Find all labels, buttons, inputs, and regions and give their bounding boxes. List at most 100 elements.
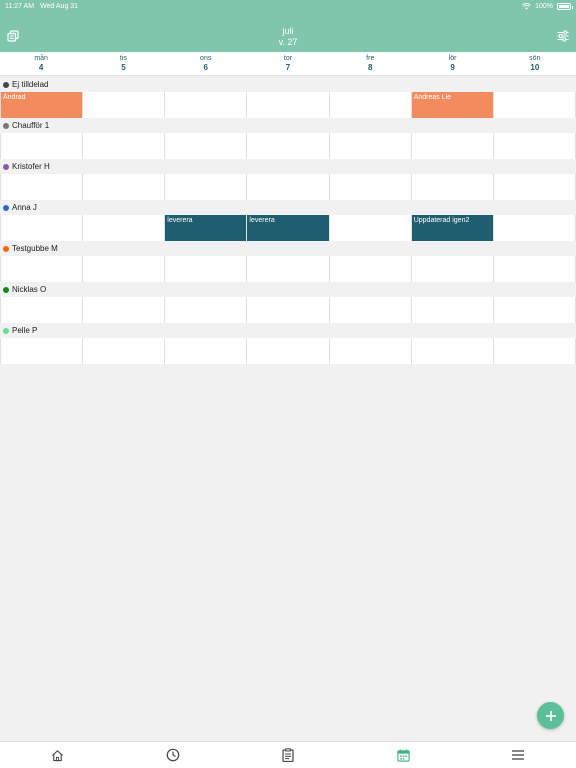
day-cell[interactable] xyxy=(83,256,166,282)
day-cell[interactable] xyxy=(329,256,412,282)
day-cell[interactable] xyxy=(329,338,412,364)
day-cell[interactable] xyxy=(493,133,576,159)
day-cell[interactable]: Andreas Lie xyxy=(411,92,494,118)
person-color-dot xyxy=(3,204,9,211)
day-date: 7 xyxy=(285,63,291,72)
person-label-anna-j: Anna J xyxy=(0,200,576,215)
day-cell[interactable] xyxy=(165,174,248,200)
schedule-row xyxy=(0,256,576,282)
day-date: 8 xyxy=(368,63,373,72)
tab-calendar[interactable] xyxy=(346,742,461,768)
day-cell[interactable] xyxy=(83,174,166,200)
day-cell[interactable] xyxy=(247,256,330,282)
day-cell[interactable]: leverera xyxy=(165,215,248,241)
event-block[interactable]: leverera xyxy=(247,215,329,241)
day-cell[interactable] xyxy=(247,297,330,323)
event-block[interactable]: Ändrad xyxy=(1,92,83,118)
day-cell[interactable] xyxy=(83,92,166,118)
tab-home[interactable] xyxy=(0,742,115,768)
day-cell[interactable] xyxy=(493,338,576,364)
person-color-dot xyxy=(3,122,9,129)
day-cell[interactable] xyxy=(493,92,576,118)
day-cell[interactable] xyxy=(247,174,330,200)
day-cell[interactable] xyxy=(0,338,84,364)
day-cell[interactable] xyxy=(0,297,84,323)
day-cell[interactable] xyxy=(83,215,166,241)
menu-icon xyxy=(512,750,525,760)
day-cell[interactable] xyxy=(0,133,84,159)
day-cell[interactable] xyxy=(247,92,330,118)
day-cell[interactable]: Uppdaterad igen2 xyxy=(411,215,494,241)
day-cell[interactable] xyxy=(493,256,576,282)
day-header-mon[interactable]: mån 4 xyxy=(0,52,82,75)
person-name: Ej tilldelad xyxy=(12,80,49,89)
day-cell[interactable] xyxy=(329,174,412,200)
header: juli v. 27 xyxy=(0,12,576,52)
person-name: Anna J xyxy=(12,203,37,212)
day-cell[interactable] xyxy=(411,174,494,200)
day-cell[interactable] xyxy=(165,92,248,118)
person-color-dot xyxy=(3,81,9,88)
day-cell[interactable] xyxy=(329,215,412,241)
day-name: lör xyxy=(448,55,457,62)
day-cell[interactable]: leverera xyxy=(247,215,330,241)
day-cell[interactable] xyxy=(411,338,494,364)
day-cell[interactable] xyxy=(493,174,576,200)
day-cell[interactable] xyxy=(329,133,412,159)
day-cell[interactable]: Ändrad xyxy=(0,92,84,118)
tab-time[interactable] xyxy=(115,742,230,768)
day-cell[interactable] xyxy=(411,133,494,159)
day-name: mån xyxy=(34,55,48,62)
day-name: tor xyxy=(283,55,293,62)
filter-sliders-icon[interactable] xyxy=(556,29,570,43)
day-cell[interactable] xyxy=(83,133,166,159)
person-name: Testgubbe M xyxy=(12,244,58,253)
day-cell[interactable] xyxy=(165,256,248,282)
day-name: ons xyxy=(200,55,212,62)
day-cell[interactable] xyxy=(165,338,248,364)
tab-tasks[interactable] xyxy=(230,742,345,768)
day-cell[interactable] xyxy=(411,256,494,282)
status-date: Wed Aug 31 xyxy=(40,2,79,10)
period-title[interactable]: juli v. 27 xyxy=(0,26,576,48)
status-time: 11:27 AM xyxy=(5,2,35,10)
day-header-sun[interactable]: sön 10 xyxy=(494,52,576,75)
person-name: Chaufför 1 xyxy=(12,121,50,130)
day-cell[interactable] xyxy=(247,338,330,364)
day-cell[interactable] xyxy=(247,133,330,159)
event-block[interactable]: Uppdaterad igen2 xyxy=(411,215,493,241)
day-cell[interactable] xyxy=(493,297,576,323)
status-bar: 11:27 AM Wed Aug 31 100% xyxy=(0,0,576,12)
person-label-nicklas-o: Nicklas O xyxy=(0,282,576,297)
schedule-row xyxy=(0,338,576,364)
day-cell[interactable] xyxy=(411,297,494,323)
event-block[interactable]: leverera xyxy=(165,215,247,241)
add-button[interactable] xyxy=(537,702,564,729)
day-header-tue[interactable]: tis 5 xyxy=(82,52,164,75)
person-name: Pelle P xyxy=(12,326,38,335)
day-cell[interactable] xyxy=(0,215,84,241)
day-date: 4 xyxy=(38,63,44,72)
day-cell[interactable] xyxy=(165,297,248,323)
day-name: tis xyxy=(119,55,127,62)
schedule-row xyxy=(0,297,576,323)
person-color-dot xyxy=(3,245,9,252)
day-header-wed[interactable]: ons 6 xyxy=(165,52,247,75)
day-header-sat[interactable]: lör 9 xyxy=(411,52,493,75)
day-cell[interactable] xyxy=(0,256,84,282)
day-header-row: mån 4 tis 5 ons 6 tor 7 fre 8 lör 9 sön 10 xyxy=(0,52,576,76)
person-name: Kristofer H xyxy=(12,162,50,171)
day-cell[interactable] xyxy=(83,297,166,323)
day-cell[interactable] xyxy=(0,174,84,200)
day-cell[interactable] xyxy=(329,92,412,118)
tab-menu[interactable] xyxy=(461,742,576,768)
day-cell[interactable] xyxy=(165,133,248,159)
day-cell[interactable] xyxy=(329,297,412,323)
person-label-kristofer-h: Kristofer H xyxy=(0,159,576,174)
schedule-grid: Ej tilldelad Ändrad Andreas Lie Chaufför… xyxy=(0,77,576,364)
event-block[interactable]: Andreas Lie xyxy=(411,92,493,118)
day-header-fri[interactable]: fre 8 xyxy=(329,52,411,75)
day-cell[interactable] xyxy=(83,338,166,364)
day-header-thu[interactable]: tor 7 xyxy=(247,52,329,75)
day-cell[interactable] xyxy=(493,215,576,241)
